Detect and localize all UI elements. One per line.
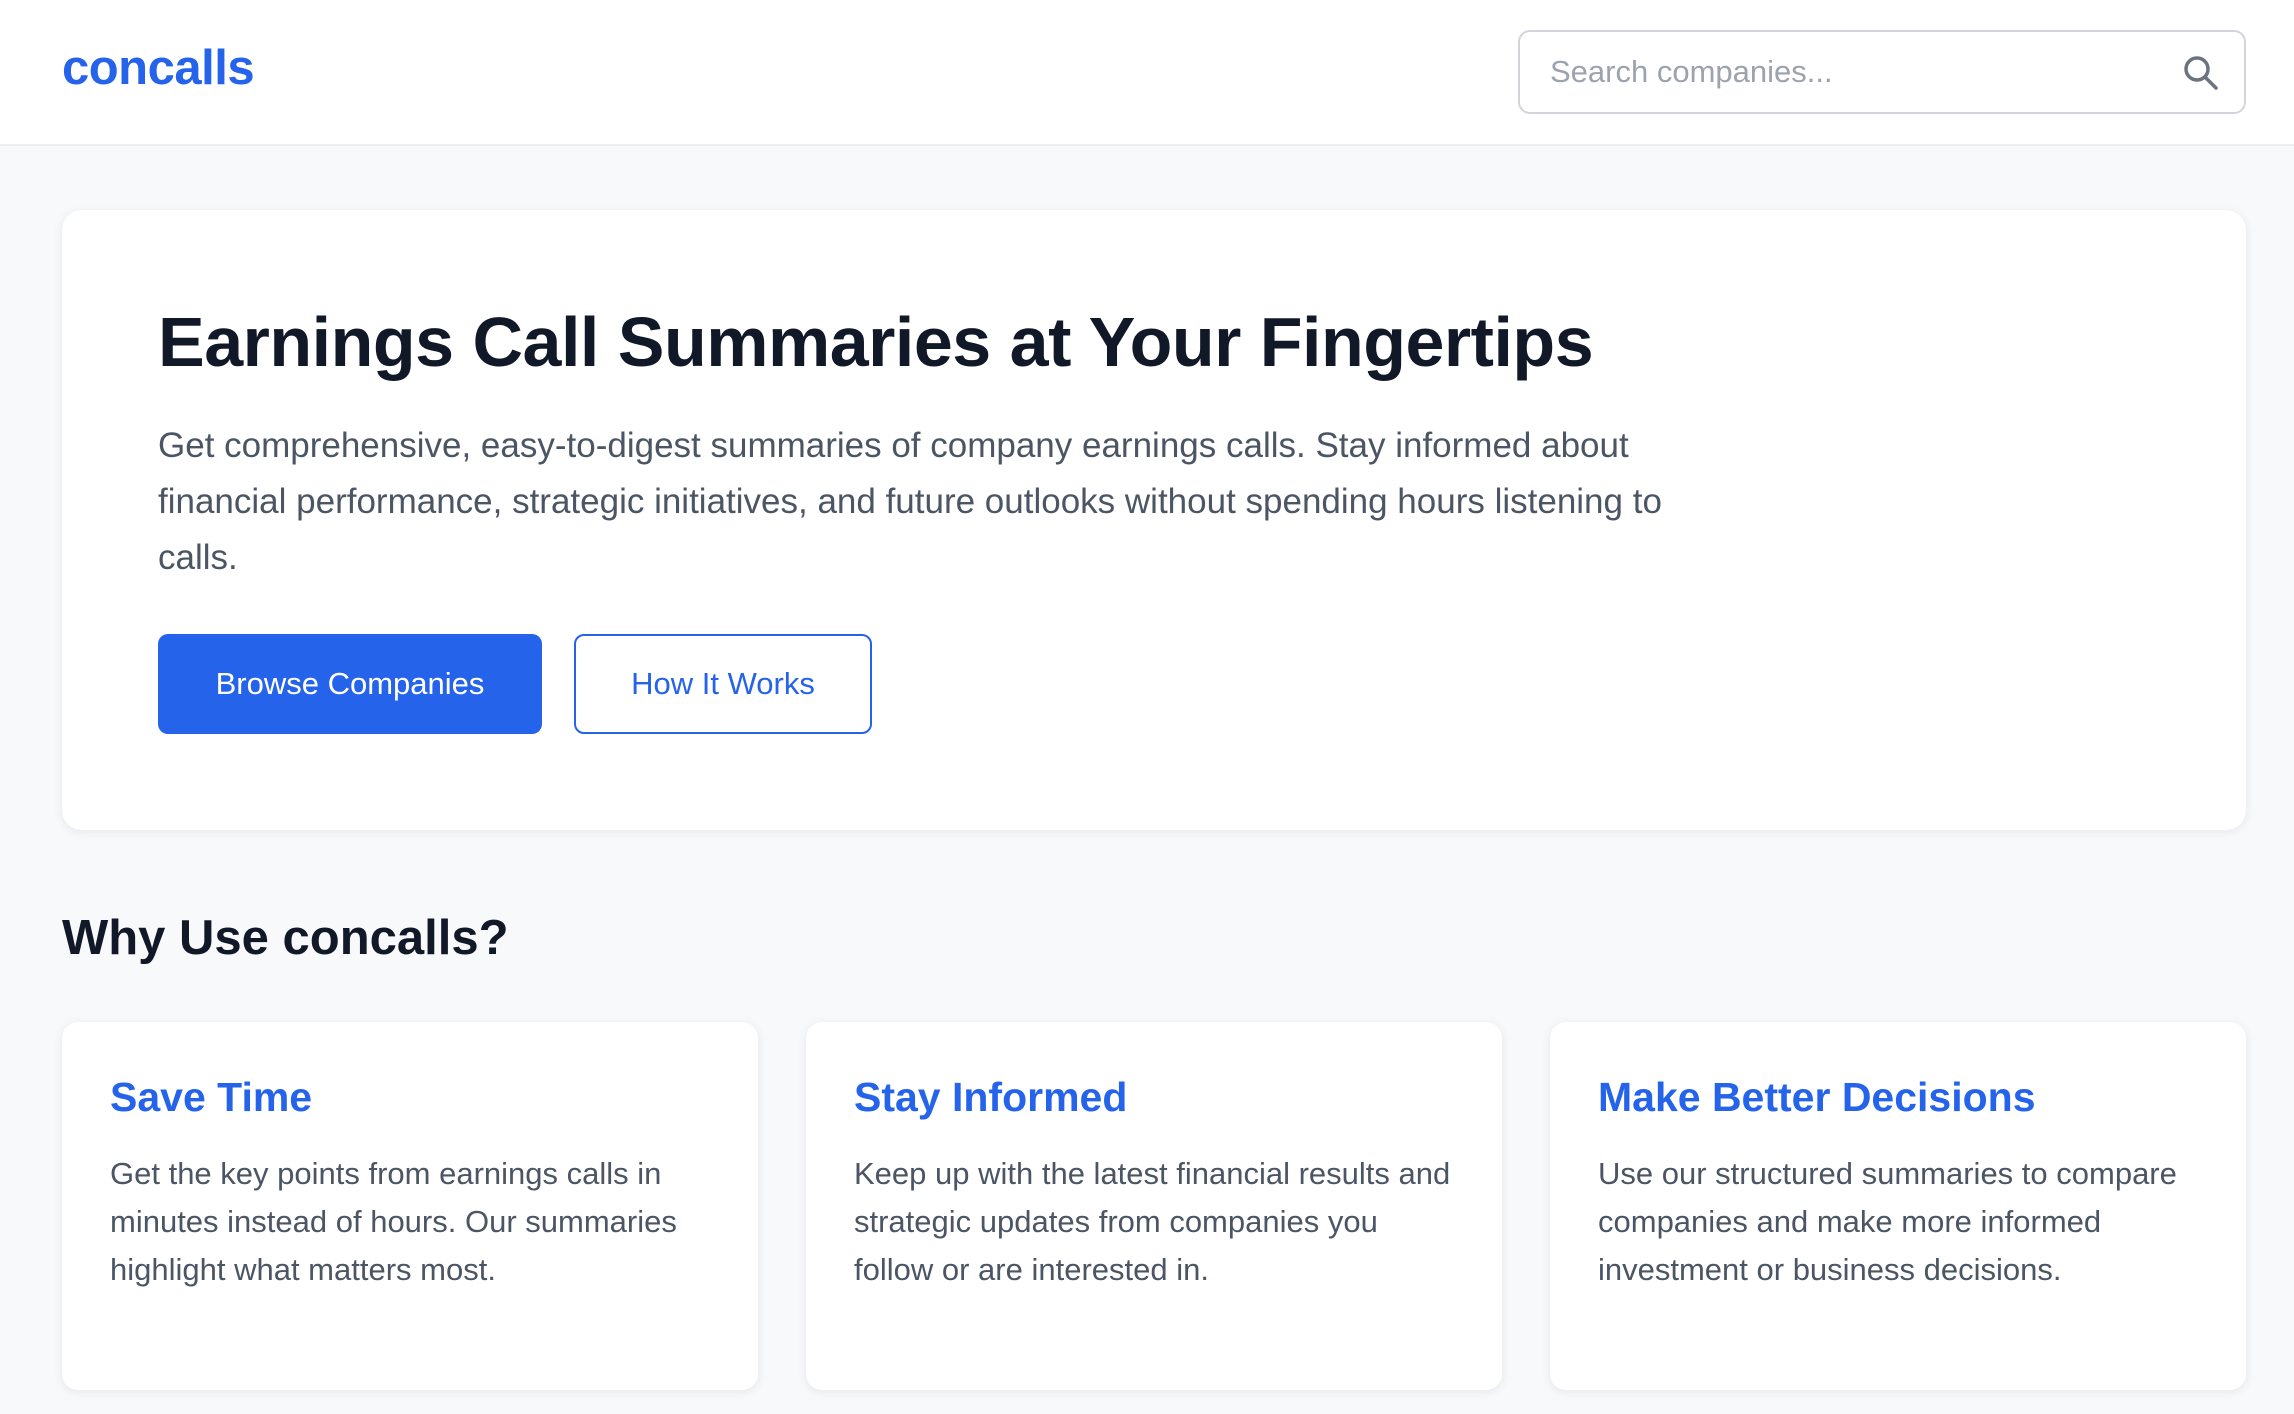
feature-card-title: Make Better Decisions	[1598, 1074, 2036, 1120]
feature-card-title: Stay Informed	[854, 1074, 1128, 1120]
feature-card-make-better-decisions: Make Better Decisions Use our structured…	[1550, 1022, 2246, 1390]
logo[interactable]: concalls	[62, 40, 255, 96]
hero-description: Get comprehensive, easy-to-digest summar…	[158, 426, 1662, 577]
top-navigation-bar: concalls	[0, 0, 2294, 146]
feature-card-text: Get the key points from earnings calls i…	[110, 1156, 677, 1287]
search-input[interactable]	[1550, 32, 2150, 112]
feature-card-stay-informed: Stay Informed Keep up with the latest fi…	[806, 1022, 1502, 1390]
how-it-works-button[interactable]: How It Works	[574, 634, 872, 734]
feature-card-text: Keep up with the latest financial result…	[854, 1156, 1451, 1287]
hero-card: Earnings Call Summaries at Your Fingerti…	[62, 210, 2246, 830]
browse-companies-button[interactable]: Browse Companies	[158, 634, 542, 734]
search-icon[interactable]	[2182, 54, 2220, 92]
feature-card-text: Use our structured summaries to compare …	[1598, 1156, 2177, 1287]
search-box[interactable]	[1518, 30, 2246, 114]
feature-card-save-time: Save Time Get the key points from earnin…	[62, 1022, 758, 1390]
feature-card-title: Save Time	[110, 1074, 313, 1120]
hero-title: Earnings Call Summaries at Your Fingerti…	[158, 303, 1594, 381]
features-section-title: Why Use concalls?	[62, 911, 509, 965]
